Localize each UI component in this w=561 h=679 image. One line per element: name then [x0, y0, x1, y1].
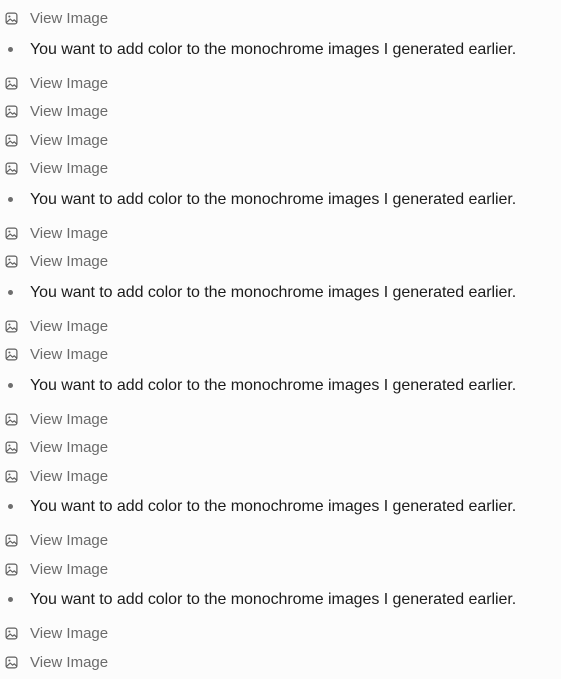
- view-image-link[interactable]: View Image: [0, 250, 561, 274]
- view-image-label[interactable]: View Image: [30, 411, 108, 429]
- message-list-item: You want to add color to the monochrome …: [0, 187, 561, 211]
- message-list-item: You want to add color to the monochrome …: [0, 373, 561, 397]
- image-icon: [5, 77, 18, 90]
- view-image-label[interactable]: View Image: [30, 346, 108, 364]
- image-icon: [5, 534, 18, 547]
- view-image-link[interactable]: View Image: [0, 529, 561, 553]
- view-image-label[interactable]: View Image: [30, 561, 108, 579]
- message-list-item: You want to add color to the monochrome …: [0, 37, 561, 61]
- message-list-item: You want to add color to the monochrome …: [0, 494, 561, 518]
- image-icon: [5, 12, 18, 25]
- bullet-dot-icon: [8, 290, 13, 295]
- view-image-link[interactable]: View Image: [0, 100, 561, 124]
- view-image-label[interactable]: View Image: [30, 532, 108, 550]
- bullet-dot-icon: [8, 597, 13, 602]
- view-image-link[interactable]: View Image: [0, 72, 561, 96]
- message-text: You want to add color to the monochrome …: [30, 284, 517, 301]
- bullet-dot-icon: [8, 383, 13, 388]
- view-image-link[interactable]: View Image: [0, 465, 561, 489]
- view-image-label[interactable]: View Image: [30, 132, 108, 150]
- view-image-label[interactable]: View Image: [30, 10, 108, 28]
- bullet-dot-icon: [8, 197, 13, 202]
- view-image-label[interactable]: View Image: [30, 160, 108, 178]
- image-icon: [5, 470, 18, 483]
- image-icon: [5, 320, 18, 333]
- view-image-link[interactable]: View Image: [0, 408, 561, 432]
- view-image-link[interactable]: View Image: [0, 343, 561, 367]
- message-text: You want to add color to the monochrome …: [30, 498, 517, 515]
- view-image-link[interactable]: View Image: [0, 315, 561, 339]
- view-image-label[interactable]: View Image: [30, 253, 108, 271]
- view-image-link[interactable]: View Image: [0, 436, 561, 460]
- image-icon: [5, 134, 18, 147]
- bullet-dot-icon: [8, 504, 13, 509]
- view-image-label[interactable]: View Image: [30, 654, 108, 672]
- view-image-label[interactable]: View Image: [30, 468, 108, 486]
- image-icon: [5, 255, 18, 268]
- message-list-item: You want to add color to the monochrome …: [0, 587, 561, 611]
- bullet-dot-icon: [8, 47, 13, 52]
- message-text: You want to add color to the monochrome …: [30, 591, 517, 608]
- view-image-link[interactable]: View Image: [0, 558, 561, 582]
- view-image-label[interactable]: View Image: [30, 75, 108, 93]
- image-icon: [5, 627, 18, 640]
- message-text: You want to add color to the monochrome …: [30, 377, 517, 394]
- message-text: You want to add color to the monochrome …: [30, 191, 517, 208]
- message-list-item: You want to add color to the monochrome …: [0, 280, 561, 304]
- image-icon: [5, 162, 18, 175]
- image-icon: [5, 656, 18, 669]
- message-text: You want to add color to the monochrome …: [30, 41, 517, 58]
- image-icon: [5, 348, 18, 361]
- view-image-link[interactable]: View Image: [0, 7, 561, 31]
- view-image-link[interactable]: View Image: [0, 222, 561, 246]
- view-image-label[interactable]: View Image: [30, 318, 108, 336]
- view-image-label[interactable]: View Image: [30, 103, 108, 121]
- image-icon: [5, 105, 18, 118]
- image-icon: [5, 413, 18, 426]
- view-image-label[interactable]: View Image: [30, 439, 108, 457]
- image-icon: [5, 441, 18, 454]
- view-image-link[interactable]: View Image: [0, 129, 561, 153]
- image-icon: [5, 227, 18, 240]
- view-image-link[interactable]: View Image: [0, 157, 561, 181]
- image-icon: [5, 563, 18, 576]
- view-image-link[interactable]: View Image: [0, 651, 561, 675]
- view-image-label[interactable]: View Image: [30, 225, 108, 243]
- view-image-label[interactable]: View Image: [30, 625, 108, 643]
- view-image-link[interactable]: View Image: [0, 622, 561, 646]
